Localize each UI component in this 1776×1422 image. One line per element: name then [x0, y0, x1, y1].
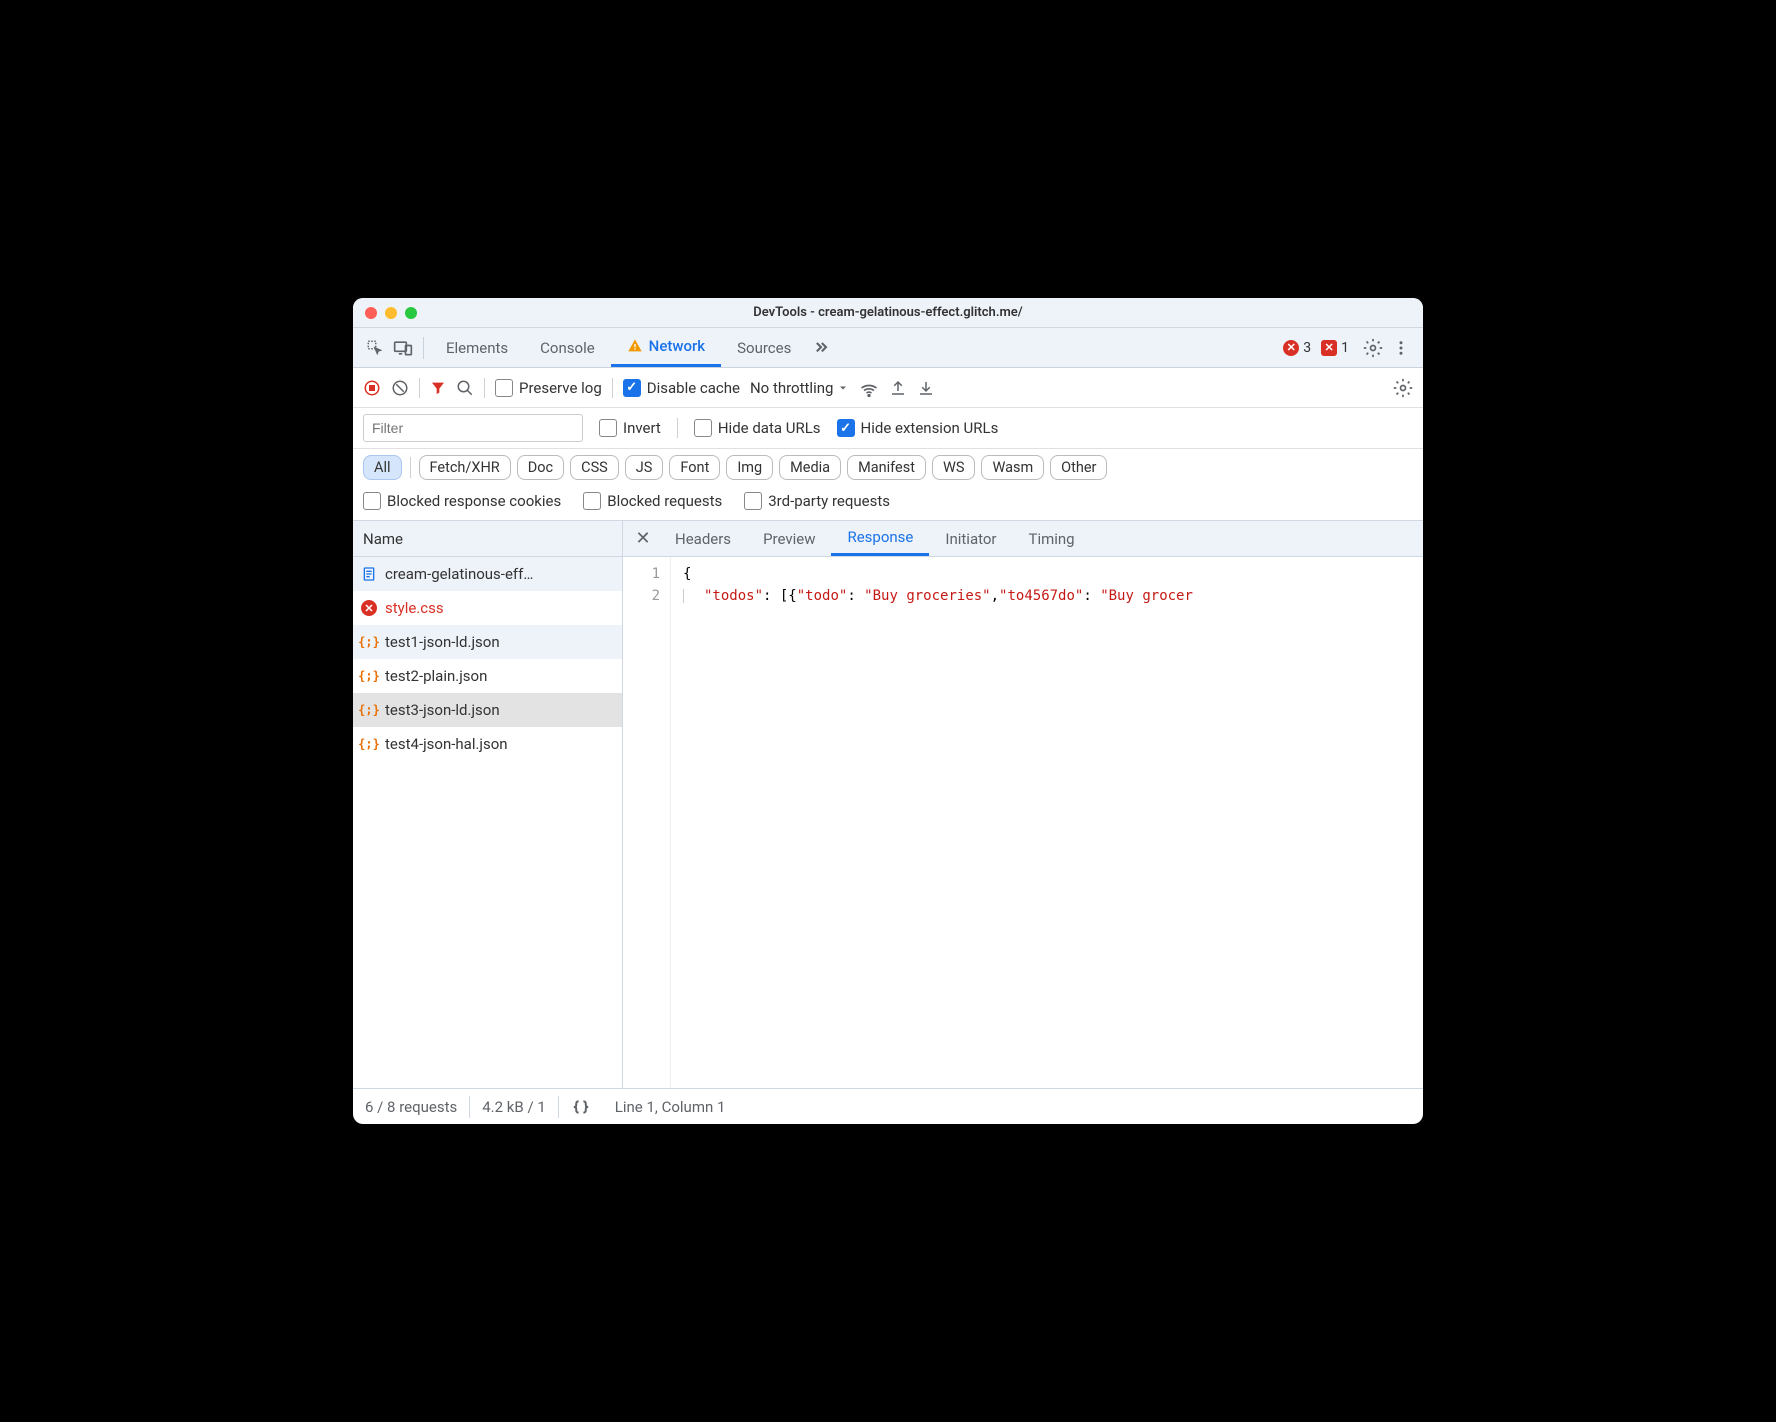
network-settings-icon[interactable]: [1393, 378, 1413, 398]
chip-all[interactable]: All: [363, 455, 402, 480]
request-row[interactable]: ✕ style.css: [353, 591, 622, 625]
tab-sources[interactable]: Sources: [721, 328, 807, 367]
chip-img[interactable]: Img: [726, 455, 773, 480]
issue-icon: ✕: [1321, 340, 1337, 356]
upload-har-icon[interactable]: [889, 379, 907, 397]
request-row[interactable]: {;} test4-json-hal.json: [353, 727, 622, 761]
type-filter-chips: All Fetch/XHR Doc CSS JS Font Img Media …: [353, 449, 1423, 486]
status-bar: 6 / 8 requests 4.2 kB / 1 Line 1, Column…: [353, 1088, 1423, 1124]
error-count-badge[interactable]: ✕ 3: [1283, 340, 1311, 356]
blocked-cookies-checkbox[interactable]: Blocked response cookies: [363, 492, 561, 510]
detail-tabs: ✕ Headers Preview Response Initiator Tim…: [623, 521, 1423, 557]
titlebar: DevTools - cream-gelatinous-effect.glitc…: [353, 298, 1423, 328]
document-icon: [361, 566, 377, 582]
preserve-log-checkbox[interactable]: Preserve log: [495, 379, 602, 397]
filter-bar-2: Blocked response cookies Blocked request…: [353, 486, 1423, 521]
tab-elements[interactable]: Elements: [430, 328, 524, 367]
settings-icon[interactable]: [1359, 334, 1387, 362]
status-requests: 6 / 8 requests: [353, 1089, 469, 1124]
inspect-element-icon[interactable]: [361, 334, 389, 362]
close-window-button[interactable]: [365, 307, 377, 319]
warning-icon: [627, 338, 643, 354]
record-button[interactable]: [363, 379, 381, 397]
status-cursor: Line 1, Column 1: [603, 1089, 738, 1124]
request-row[interactable]: cream-gelatinous-eff…: [353, 557, 622, 591]
hide-extension-urls-checkbox[interactable]: Hide extension URLs: [837, 419, 999, 437]
disable-cache-checkbox[interactable]: Disable cache: [623, 379, 740, 397]
response-body[interactable]: 12 {"todos": [{"todo": "Buy groceries","…: [623, 557, 1423, 1088]
detail-tab-response[interactable]: Response: [831, 521, 929, 556]
status-transferred: 4.2 kB / 1: [470, 1089, 558, 1124]
blocked-requests-checkbox[interactable]: Blocked requests: [583, 492, 722, 510]
request-row[interactable]: {;} test1-json-ld.json: [353, 625, 622, 659]
line-gutter: 12: [623, 557, 671, 1088]
zoom-window-button[interactable]: [405, 307, 417, 319]
third-party-checkbox[interactable]: 3rd-party requests: [744, 492, 890, 510]
chip-css[interactable]: CSS: [570, 455, 619, 480]
devtools-window: DevTools - cream-gelatinous-effect.glitc…: [353, 298, 1423, 1124]
tab-network[interactable]: Network: [611, 328, 721, 367]
error-icon: ✕: [361, 600, 377, 616]
chip-other[interactable]: Other: [1050, 455, 1107, 480]
request-list-header[interactable]: Name: [353, 521, 622, 557]
chip-ws[interactable]: WS: [932, 455, 975, 480]
error-icon: ✕: [1283, 340, 1299, 356]
request-row[interactable]: {;} test3-json-ld.json: [353, 693, 622, 727]
json-icon: {;}: [361, 634, 377, 650]
json-icon: {;}: [361, 702, 377, 718]
pretty-print-icon[interactable]: [559, 1089, 603, 1124]
chip-js[interactable]: JS: [625, 455, 664, 480]
more-tabs-icon[interactable]: [807, 334, 835, 362]
download-har-icon[interactable]: [917, 379, 935, 397]
chip-doc[interactable]: Doc: [517, 455, 564, 480]
detail-tab-timing[interactable]: Timing: [1013, 521, 1091, 556]
search-icon[interactable]: [456, 379, 474, 397]
window-title: DevTools - cream-gelatinous-effect.glitc…: [353, 305, 1423, 320]
chevron-down-icon: [837, 382, 849, 394]
clear-button[interactable]: [391, 379, 409, 397]
device-toggle-icon[interactable]: [389, 334, 417, 362]
network-conditions-icon[interactable]: [859, 378, 879, 398]
invert-checkbox[interactable]: Invert: [599, 419, 661, 437]
issue-count-badge[interactable]: ✕ 1: [1321, 340, 1349, 356]
detail-tab-preview[interactable]: Preview: [747, 521, 831, 556]
detail-pane: ✕ Headers Preview Response Initiator Tim…: [623, 521, 1423, 1088]
json-icon: {;}: [361, 736, 377, 752]
content-area: Name cream-gelatinous-eff… ✕ style.css {…: [353, 521, 1423, 1088]
hide-data-urls-checkbox[interactable]: Hide data URLs: [694, 419, 821, 437]
close-detail-button[interactable]: ✕: [627, 528, 659, 549]
request-list: Name cream-gelatinous-eff… ✕ style.css {…: [353, 521, 623, 1088]
request-row[interactable]: {;} test2-plain.json: [353, 659, 622, 693]
window-controls: [365, 307, 417, 319]
detail-tab-initiator[interactable]: Initiator: [929, 521, 1012, 556]
filter-bar: Invert Hide data URLs Hide extension URL…: [353, 408, 1423, 449]
throttling-select[interactable]: No throttling: [750, 379, 849, 397]
filter-icon[interactable]: [430, 380, 446, 396]
code-content: {"todos": [{"todo": "Buy groceries","to4…: [671, 557, 1193, 1088]
filter-input[interactable]: [363, 414, 583, 442]
json-icon: {;}: [361, 668, 377, 684]
minimize-window-button[interactable]: [385, 307, 397, 319]
chip-manifest[interactable]: Manifest: [847, 455, 926, 480]
kebab-menu-icon[interactable]: [1387, 334, 1415, 362]
detail-tab-headers[interactable]: Headers: [659, 521, 747, 556]
tab-console[interactable]: Console: [524, 328, 611, 367]
chip-wasm[interactable]: Wasm: [981, 455, 1044, 480]
chip-fetch-xhr[interactable]: Fetch/XHR: [419, 455, 511, 480]
main-tabs: Elements Console Network Sources ✕ 3 ✕ 1: [353, 328, 1423, 368]
chip-media[interactable]: Media: [779, 455, 841, 480]
chip-font[interactable]: Font: [669, 455, 720, 480]
network-toolbar: Preserve log Disable cache No throttling: [353, 368, 1423, 408]
